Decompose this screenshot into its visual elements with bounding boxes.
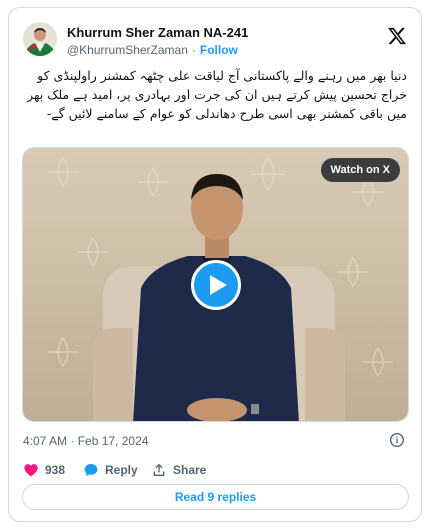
video-player[interactable]: Watch on X <box>22 147 409 422</box>
play-button[interactable] <box>191 260 241 310</box>
tweet-embed-card[interactable]: Khurrum Sher Zaman NA-241 @KhurrumSherZa… <box>8 7 422 522</box>
reply-bubble-icon <box>84 464 98 476</box>
heart-icon <box>24 464 38 477</box>
share-icon <box>153 463 165 476</box>
avatar-image <box>23 22 57 56</box>
share-label: Share <box>173 463 207 477</box>
tweet-header: Khurrum Sher Zaman NA-241 @KhurrumSherZa… <box>23 20 407 64</box>
avatar[interactable] <box>23 22 57 56</box>
reply-label: Reply <box>105 463 138 477</box>
follow-button[interactable]: Follow <box>200 43 238 57</box>
author-handle[interactable]: @KhurrumSherZaman <box>67 43 188 57</box>
tweet-timestamp[interactable]: 4:07 AM · Feb 17, 2024 <box>23 434 148 448</box>
info-icon[interactable] <box>389 432 405 448</box>
x-logo-icon[interactable] <box>387 26 407 46</box>
separator-dot: · <box>191 43 196 57</box>
tweet-text: دنیا بھر میں رہنے والے پاکستانی آج لیاقت… <box>27 68 407 121</box>
watch-on-x-button[interactable]: Watch on X <box>320 158 400 182</box>
like-count: 938 <box>45 463 66 477</box>
tweet-actions: 938 Reply Share <box>23 460 323 482</box>
read-replies-button[interactable]: Read 9 replies <box>22 484 409 510</box>
play-icon <box>210 275 227 295</box>
author-name[interactable]: Khurrum Sher Zaman NA-241 <box>67 24 248 41</box>
